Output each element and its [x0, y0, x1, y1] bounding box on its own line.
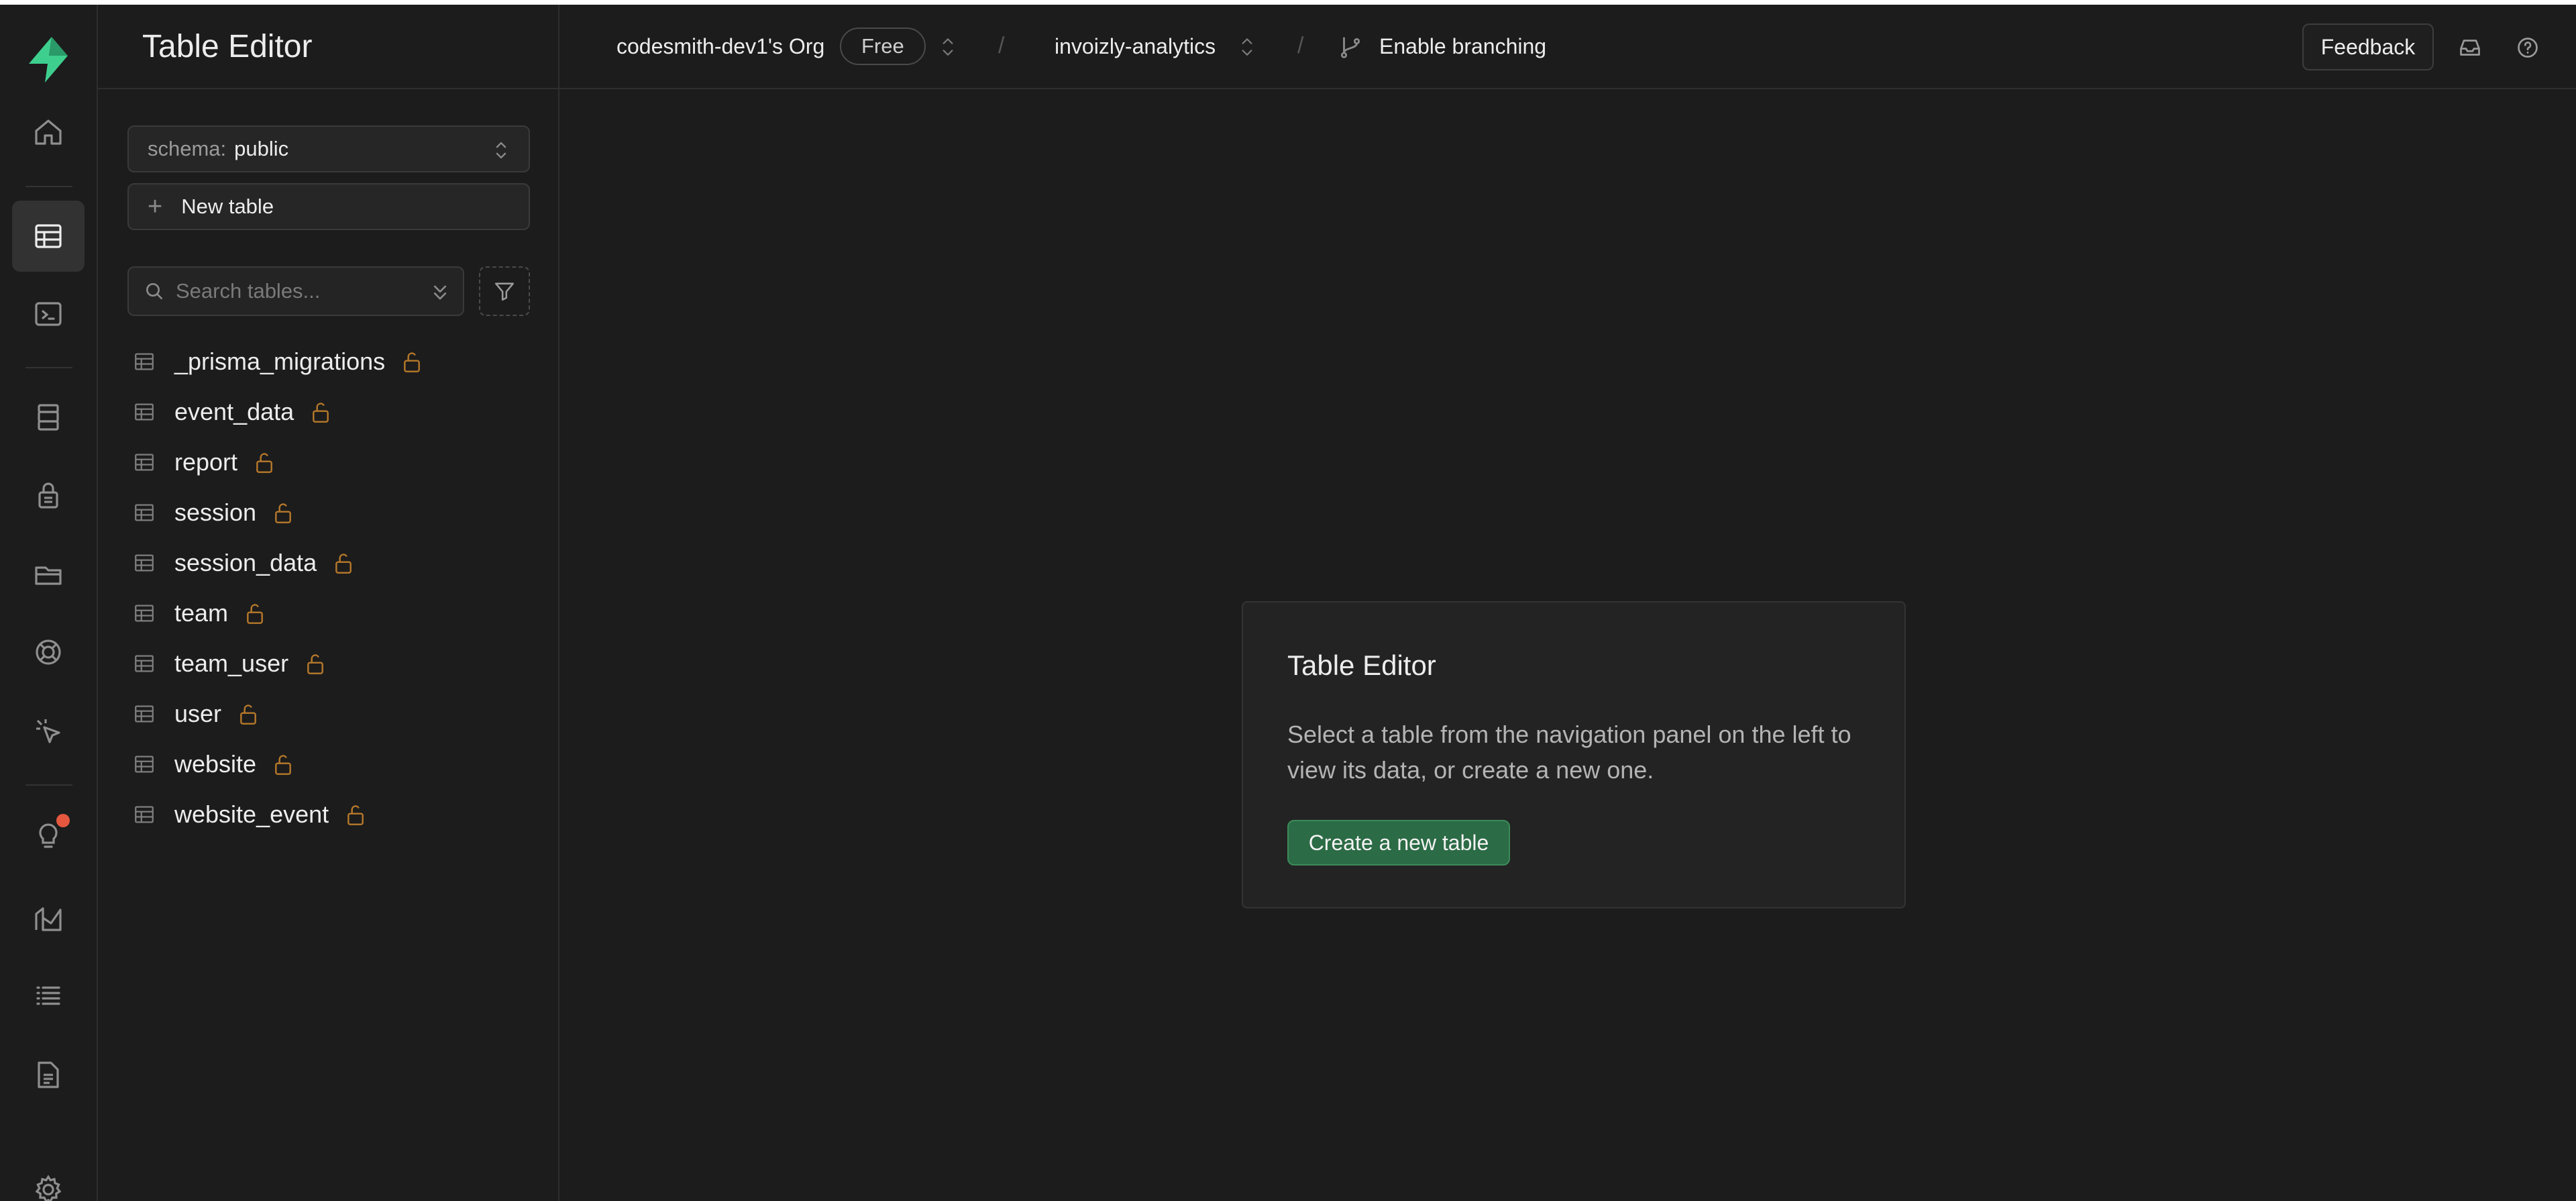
home-icon[interactable]: [12, 97, 85, 168]
top-bar: codesmith-dev1's Org Free / invoizly-ana…: [559, 5, 2576, 89]
org-name[interactable]: codesmith-dev1's Org: [616, 34, 824, 59]
unlock-icon[interactable]: [305, 651, 326, 676]
chevron-up-down-icon[interactable]: [1238, 36, 1256, 58]
unlock-icon[interactable]: [272, 501, 294, 525]
table-list-item[interactable]: team: [127, 588, 543, 638]
card-description: Select a table from the navigation panel…: [1287, 721, 1851, 784]
help-icon[interactable]: [2516, 36, 2540, 60]
rail-divider: [25, 186, 72, 187]
table-icon: [135, 554, 154, 571]
rail-divider: [25, 367, 72, 368]
document-icon[interactable]: [12, 1039, 85, 1110]
schema-selector[interactable]: schema: public: [127, 125, 530, 172]
chevron-up-down-icon: [496, 142, 506, 159]
table-list-item[interactable]: session: [127, 487, 543, 537]
empty-state-card: Table Editor Select a table from the nav…: [1242, 601, 1906, 908]
table-list-item[interactable]: _prisma_migrations: [127, 336, 543, 386]
notification-dot: [56, 814, 70, 827]
unlock-icon[interactable]: [401, 350, 423, 374]
icon-rail: [0, 5, 98, 1201]
unlock-icon[interactable]: [254, 450, 275, 474]
filter-button[interactable]: [479, 266, 530, 316]
table-list-item[interactable]: event_data: [127, 386, 543, 437]
table-editor-sidebar: Table Editor schema: public + New table …: [98, 5, 559, 1201]
table-name: event_data: [174, 397, 294, 425]
gear-icon[interactable]: [12, 1159, 85, 1201]
table-icon: [135, 755, 154, 772]
sidebar-header: Table Editor: [98, 5, 558, 89]
unlock-icon[interactable]: [272, 752, 294, 776]
table-icon: [135, 705, 154, 722]
search-tables-box[interactable]: [127, 266, 464, 316]
supabase-logo-icon[interactable]: [25, 36, 72, 84]
table-name: _prisma_migrations: [174, 347, 386, 375]
table-icon: [135, 806, 154, 823]
rail-divider: [25, 784, 72, 786]
cursor-icon[interactable]: [12, 696, 85, 767]
table-editor-icon[interactable]: [12, 201, 85, 272]
database-icon[interactable]: [12, 382, 85, 453]
lightbulb-icon[interactable]: [12, 800, 85, 872]
table-name: website_event: [174, 800, 329, 828]
inbox-icon[interactable]: [2458, 36, 2482, 60]
plan-badge: Free: [840, 28, 926, 65]
table-name: team: [174, 598, 229, 627]
schema-label: schema:: [148, 137, 227, 160]
schema-value: public: [234, 137, 289, 160]
folder-icon[interactable]: [12, 539, 85, 610]
search-icon: [146, 283, 162, 299]
unlock-icon[interactable]: [244, 601, 266, 625]
new-table-button[interactable]: + New table: [127, 183, 530, 230]
table-name: report: [174, 448, 238, 476]
lock-icon[interactable]: [12, 460, 85, 531]
table-icon: [135, 504, 154, 521]
chevrons-down-icon[interactable]: [429, 281, 451, 304]
project-name[interactable]: invoizly-analytics: [1055, 34, 1216, 59]
table-icon: [135, 403, 154, 420]
unlock-icon[interactable]: [333, 551, 354, 575]
create-new-table-button[interactable]: Create a new table: [1287, 820, 1510, 866]
list-icon[interactable]: [12, 960, 85, 1031]
plus-icon: +: [148, 193, 163, 221]
table-list-item[interactable]: session_data: [127, 537, 543, 588]
search-tables-input[interactable]: [176, 279, 417, 303]
sidebar-title: Table Editor: [142, 28, 313, 64]
table-name: team_user: [174, 649, 289, 677]
table-icon: [135, 655, 154, 672]
table-name: session_data: [174, 548, 317, 576]
table-list: _prisma_migrations event_datareport sessio…: [127, 336, 543, 839]
table-list-item[interactable]: website_event: [127, 789, 543, 839]
table-icon: [135, 605, 154, 621]
new-table-label: New table: [181, 195, 274, 218]
feedback-button[interactable]: Feedback: [2302, 23, 2434, 70]
git-branch-icon: [1340, 37, 1360, 58]
terminal-icon[interactable]: [12, 278, 85, 350]
window-top-strip: [0, 0, 2576, 5]
table-icon: [135, 353, 154, 370]
chevron-up-down-icon[interactable]: [939, 36, 957, 58]
breadcrumb-separator: /: [998, 33, 1005, 58]
enable-branching-button[interactable]: Enable branching: [1379, 34, 1546, 59]
table-name: session: [174, 498, 257, 526]
table-list-item[interactable]: user: [127, 688, 543, 739]
table-name: website: [174, 749, 257, 778]
table-name: user: [174, 699, 222, 727]
table-list-item[interactable]: team_user: [127, 638, 543, 688]
table-list-item[interactable]: website: [127, 739, 543, 789]
table-icon: [135, 454, 154, 470]
breadcrumb-separator: /: [1297, 33, 1304, 58]
filter-icon: [494, 282, 515, 301]
chart-icon[interactable]: [12, 882, 85, 953]
unlock-icon[interactable]: [345, 802, 366, 827]
unlock-icon[interactable]: [310, 400, 331, 424]
unlock-icon[interactable]: [237, 702, 259, 726]
card-title: Table Editor: [1287, 649, 1436, 681]
lifebuoy-icon[interactable]: [12, 617, 85, 688]
table-list-item[interactable]: report: [127, 437, 543, 487]
